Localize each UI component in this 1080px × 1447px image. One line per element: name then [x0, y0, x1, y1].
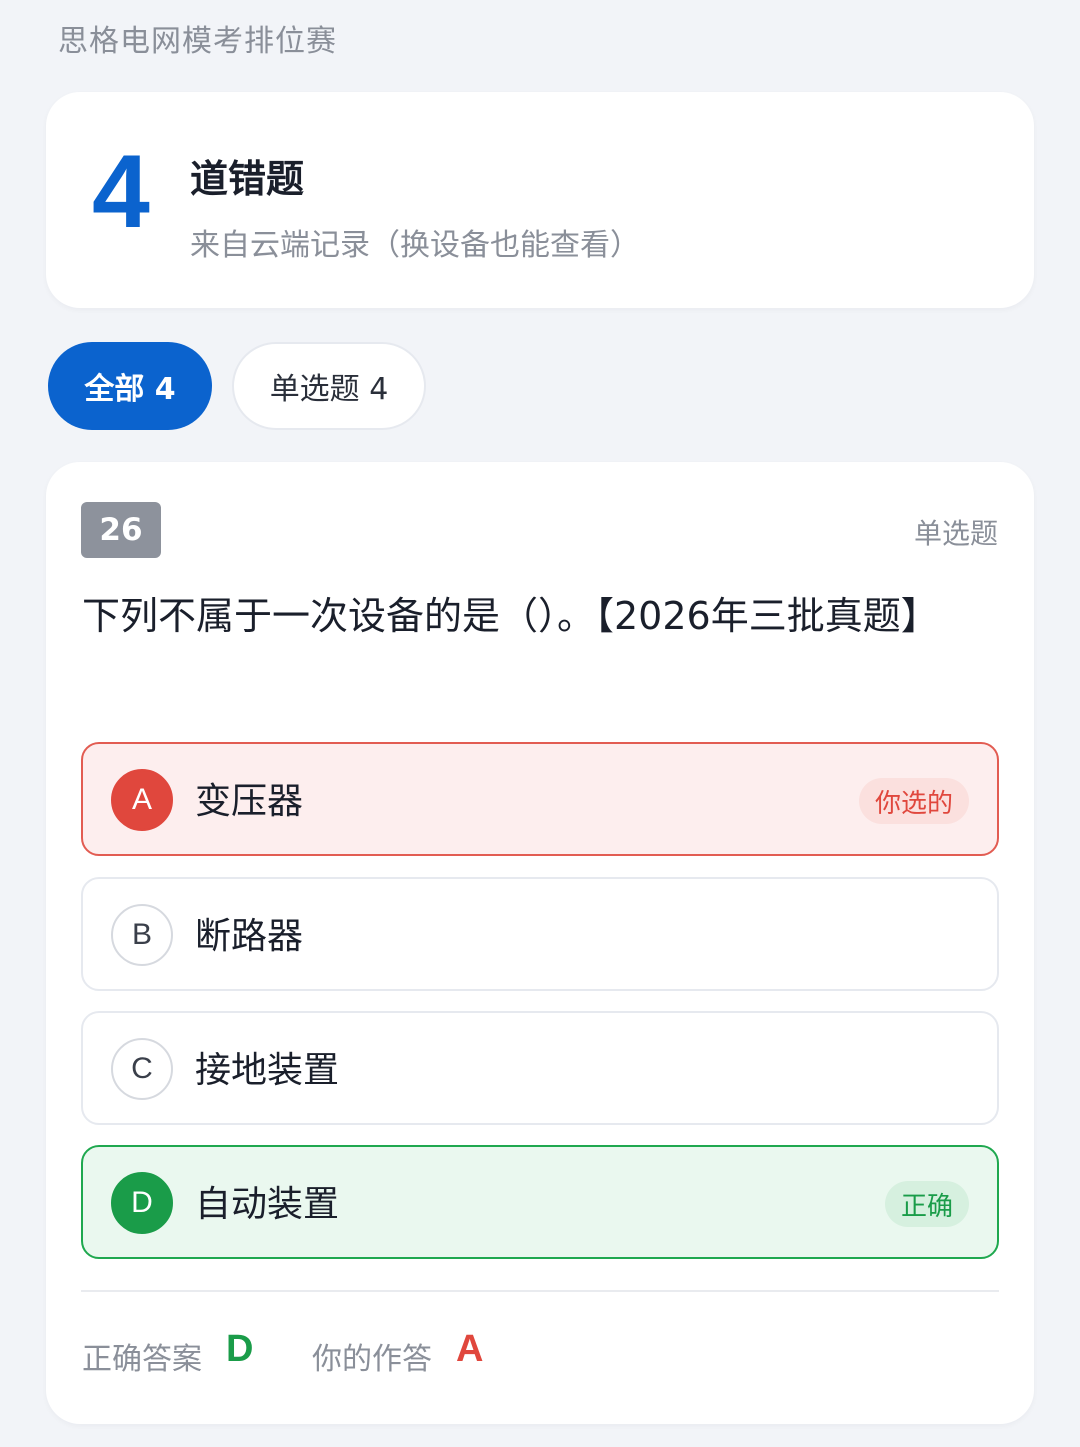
question-type-label: 单选题 — [913, 517, 998, 550]
wrong-count: 4 — [92, 134, 150, 250]
your-choice-badge: 你选的 — [858, 778, 969, 824]
option-text: 自动装置 — [195, 1184, 340, 1225]
your-answer-value: A — [456, 1328, 484, 1370]
question-text: 下列不属于一次设备的是（）。【2026年三批真题】 — [82, 594, 939, 638]
page: 思格电网模考排位赛 4 道错题 来自云端记录（换设备也能查看） 全部 4 单选题… — [0, 0, 1080, 1447]
option-text: 断路器 — [195, 916, 304, 957]
option-letter: D — [111, 1172, 173, 1234]
your-answer-label: 你的作答 — [312, 1342, 432, 1377]
option-letter: C — [111, 1038, 173, 1100]
option-c[interactable]: C 接地装置 — [81, 1011, 999, 1125]
filter-tab-single[interactable]: 单选题 4 — [232, 342, 426, 430]
option-a[interactable]: A 变压器 你选的 — [81, 742, 999, 856]
option-b[interactable]: B 断路器 — [81, 877, 999, 991]
question-number-badge: 26 — [81, 502, 161, 558]
option-text: 接地装置 — [195, 1050, 340, 1091]
correct-answer-value: D — [226, 1328, 254, 1370]
option-letter: B — [111, 904, 173, 966]
correct-badge: 正确 — [884, 1181, 969, 1227]
option-letter: A — [111, 769, 173, 831]
option-d[interactable]: D 自动装置 正确 — [81, 1145, 999, 1259]
divider — [81, 1290, 999, 1292]
summary-title: 道错题 — [190, 157, 305, 201]
option-text: 变压器 — [195, 781, 304, 822]
correct-answer-label: 正确答案 — [82, 1342, 202, 1377]
filter-tab-all[interactable]: 全部 4 — [48, 342, 212, 430]
summary-subtitle: 来自云端记录（换设备也能查看） — [190, 228, 640, 263]
app-title: 思格电网模考排位赛 — [58, 24, 337, 59]
